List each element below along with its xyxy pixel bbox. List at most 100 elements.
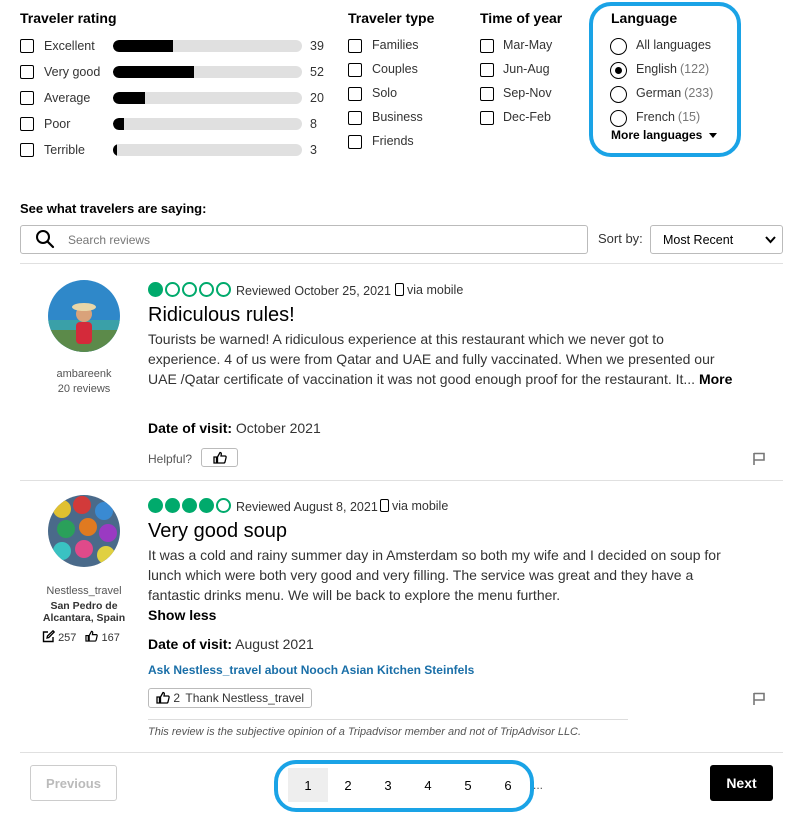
review-title[interactable]: Ridiculous rules! bbox=[148, 304, 295, 327]
checkbox-terrible[interactable] bbox=[20, 143, 34, 157]
language-count: (233) bbox=[684, 86, 714, 100]
previous-button[interactable]: Previous bbox=[30, 765, 117, 801]
traveler-type-label: Families bbox=[372, 38, 419, 52]
checkbox-families[interactable] bbox=[348, 39, 362, 53]
page-5-button[interactable]: 5 bbox=[448, 768, 488, 802]
flag-icon[interactable] bbox=[752, 692, 766, 706]
rating-label: Poor bbox=[44, 117, 71, 131]
rating-bar-fill bbox=[113, 118, 124, 130]
rating-bubble bbox=[148, 498, 163, 513]
avatar[interactable] bbox=[48, 280, 120, 352]
time-of-year-label: Mar-May bbox=[503, 38, 553, 52]
review-title[interactable]: Very good soup bbox=[148, 520, 287, 543]
checkbox-very-good[interactable] bbox=[20, 65, 34, 79]
avatar-image bbox=[48, 495, 120, 567]
rating-bubble bbox=[182, 282, 197, 297]
sort-select[interactable]: Most Recent bbox=[650, 225, 783, 254]
review-date: Reviewed August 8, 2021 bbox=[236, 500, 378, 514]
language-name: English bbox=[636, 62, 677, 76]
language-label: All languages bbox=[636, 38, 714, 52]
checkbox-dec-feb[interactable] bbox=[480, 111, 494, 125]
more-languages-link[interactable]: More languages bbox=[611, 128, 717, 142]
username[interactable]: Nestless_travel bbox=[40, 585, 128, 597]
checkbox-friends[interactable] bbox=[348, 135, 362, 149]
page-3-button[interactable]: 3 bbox=[368, 768, 408, 802]
via-mobile: via mobile bbox=[380, 499, 448, 513]
page-6-button[interactable]: 6 bbox=[488, 768, 528, 802]
language-label: French (15) bbox=[636, 110, 700, 124]
divider bbox=[20, 752, 783, 753]
time-of-year-label: Jun-Aug bbox=[503, 62, 550, 76]
date-of-visit-value: October 2021 bbox=[235, 420, 321, 436]
checkbox-mar-may[interactable] bbox=[480, 39, 494, 53]
rating-bar bbox=[113, 92, 302, 104]
phone-icon bbox=[395, 283, 404, 296]
review-body: Tourists be warned! A ridiculous experie… bbox=[148, 329, 733, 389]
rating-bar-fill bbox=[113, 144, 117, 156]
checkbox-jun-aug[interactable] bbox=[480, 63, 494, 77]
review-text: Tourists be warned! A ridiculous experie… bbox=[148, 331, 715, 387]
username[interactable]: ambareenk bbox=[40, 368, 128, 380]
edit-icon bbox=[42, 629, 56, 643]
rating-bar bbox=[113, 40, 302, 52]
review-text: It was a cold and rainy summer day in Am… bbox=[148, 547, 721, 603]
caret-down-icon bbox=[708, 133, 717, 139]
search-input[interactable]: Search reviews bbox=[20, 225, 588, 254]
flag-icon[interactable] bbox=[752, 452, 766, 466]
rating-label: Excellent bbox=[44, 39, 95, 53]
thumbs-up-icon bbox=[156, 691, 170, 704]
time-of-year-heading: Time of year bbox=[480, 10, 563, 26]
radio-all-languages[interactable] bbox=[610, 38, 627, 55]
rating-count: 20 bbox=[310, 91, 324, 105]
avatar[interactable] bbox=[48, 495, 120, 567]
checkbox-sep-nov[interactable] bbox=[480, 87, 494, 101]
user-stats: 257 167 bbox=[42, 629, 120, 644]
ask-user-link[interactable]: Ask Nestless_travel about Nooch Asian Ki… bbox=[148, 663, 474, 677]
checkbox-couples[interactable] bbox=[348, 63, 362, 77]
radio-french[interactable] bbox=[610, 110, 627, 127]
thank-button[interactable]: 2 Thank Nestless_travel bbox=[148, 688, 313, 708]
rating-bar-fill bbox=[113, 40, 173, 52]
rating-bubbles bbox=[148, 498, 231, 513]
rating-count: 3 bbox=[310, 143, 317, 157]
language-count: (122) bbox=[680, 62, 710, 76]
helpful-button[interactable] bbox=[201, 448, 238, 467]
page-1-button[interactable]: 1 bbox=[288, 768, 328, 802]
checkbox-excellent[interactable] bbox=[20, 39, 34, 53]
language-count: (15) bbox=[677, 110, 701, 124]
traveler-type-label: Friends bbox=[372, 134, 414, 148]
rating-bubble bbox=[216, 282, 231, 297]
checkbox-poor[interactable] bbox=[20, 117, 34, 131]
next-button[interactable]: Next bbox=[710, 765, 773, 801]
traveler-type-label: Business bbox=[372, 110, 423, 124]
checkbox-business[interactable] bbox=[348, 111, 362, 125]
rating-count: 8 bbox=[310, 117, 317, 131]
radio-german[interactable] bbox=[610, 86, 627, 103]
traveler-rating-heading: Traveler rating bbox=[20, 10, 117, 26]
page-4-button[interactable]: 4 bbox=[408, 768, 448, 802]
contributions-count: 257 bbox=[58, 632, 77, 644]
language-heading: Language bbox=[611, 10, 678, 26]
radio-english[interactable] bbox=[610, 62, 627, 79]
search-icon bbox=[36, 230, 55, 249]
search-placeholder: Search reviews bbox=[68, 233, 151, 247]
via-mobile: via mobile bbox=[395, 283, 463, 297]
rating-bar-fill bbox=[113, 92, 145, 104]
rating-bubble bbox=[199, 282, 214, 297]
rating-label: Terrible bbox=[44, 143, 85, 157]
avatar-image bbox=[48, 280, 120, 352]
helpful-votes-count: 167 bbox=[101, 632, 120, 644]
more-link[interactable]: More bbox=[699, 371, 732, 387]
rating-bubble bbox=[182, 498, 197, 513]
checkbox-solo[interactable] bbox=[348, 87, 362, 101]
time-of-year-label: Dec-Feb bbox=[503, 110, 551, 124]
rating-bubble bbox=[148, 282, 163, 297]
traveler-type-label: Couples bbox=[372, 62, 418, 76]
date-of-visit-value: August 2021 bbox=[235, 636, 314, 652]
show-less-link[interactable]: Show less bbox=[148, 607, 216, 623]
page-2-button[interactable]: 2 bbox=[328, 768, 368, 802]
date-of-visit-label: Date of visit: bbox=[148, 420, 233, 436]
checkbox-average[interactable] bbox=[20, 91, 34, 105]
rating-bubble bbox=[216, 498, 231, 513]
date-of-visit: Date of visit: October 2021 bbox=[148, 420, 321, 436]
